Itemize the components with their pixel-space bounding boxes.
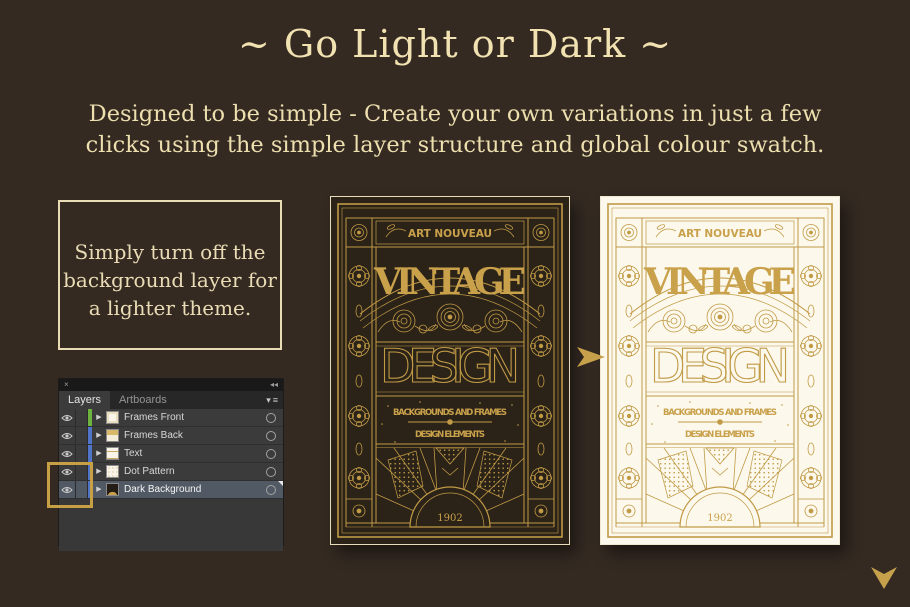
layer-name: Dark Background [119,484,259,495]
layer-row-frames-front[interactable]: ▶ Frames Front [59,409,283,427]
poster-dark-preview [330,196,570,545]
target-cell[interactable] [259,431,283,441]
layer-thumbnail[interactable] [106,483,119,496]
visibility-toggle[interactable] [59,427,76,444]
target-cell[interactable] [259,449,283,459]
target-cell[interactable] [259,485,283,495]
layer-thumbnail[interactable] [106,447,119,460]
eye-icon [61,432,73,440]
panel-menu-button[interactable]: ▾ ≡ [266,391,283,409]
expand-arrow-icon[interactable]: ▶ [92,432,106,439]
target-circle-icon [266,485,276,495]
layer-name: Text [119,448,259,459]
layer-thumbnail[interactable] [106,465,119,478]
expand-arrow-icon[interactable]: ▶ [92,450,106,457]
layer-name: Frames Front [119,412,259,423]
lock-cell[interactable] [76,427,88,444]
lock-cell[interactable] [76,409,88,426]
layer-thumbnail[interactable] [106,429,119,442]
arrow-right-icon [577,347,605,367]
eye-icon [61,450,73,458]
collapse-icon[interactable]: ◂◂ [270,381,278,389]
panel-title-strip: × ◂◂ [59,379,283,391]
expand-arrow-icon[interactable]: ▶ [92,414,106,421]
target-circle-icon [266,431,276,441]
target-cell[interactable] [259,467,283,477]
eye-icon [61,414,73,422]
lock-cell[interactable] [76,445,88,462]
layer-row-frames-back[interactable]: ▶ Frames Back [59,427,283,445]
layer-row-text[interactable]: ▶ Text [59,445,283,463]
note-box: Simply turn off the background layer for… [58,200,282,350]
menu-caret-icon: ▾ [266,395,271,406]
visibility-toggle[interactable] [59,409,76,426]
tab-layers[interactable]: Layers [59,391,110,409]
target-circle-icon [266,413,276,423]
target-cell[interactable] [259,413,283,423]
subtitle-line-2: clicks using the simple layer structure … [0,130,910,161]
layer-name: Frames Back [119,430,259,441]
layer-name: Dot Pattern [119,466,259,477]
highlight-box [47,462,93,508]
arrow-down-icon [871,567,897,589]
poster-light-art [600,196,840,545]
note-line-1: Simply turn off the [60,238,280,266]
note-line-2: background layer for [60,266,280,294]
layer-thumbnail[interactable] [106,411,119,424]
page-subtitle: Designed to be simple - Create your own … [0,99,910,161]
visibility-toggle[interactable] [59,445,76,462]
close-icon[interactable]: × [64,381,69,389]
target-circle-icon [266,449,276,459]
note-line-3: a lighter theme. [60,294,280,322]
poster-dark-art [330,196,570,545]
target-circle-icon [266,467,276,477]
panel-tab-bar: Layers Artboards ▾ ≡ [59,391,283,409]
poster-light-preview [600,196,840,545]
subtitle-line-1: Designed to be simple - Create your own … [0,99,910,130]
menu-hamburger-icon: ≡ [273,395,278,405]
selection-notch [278,481,283,486]
tab-artboards[interactable]: Artboards [110,391,176,409]
expand-arrow-icon[interactable]: ▶ [92,486,106,493]
expand-arrow-icon[interactable]: ▶ [92,468,106,475]
page-title: ~ Go Light or Dark ~ [0,22,910,66]
